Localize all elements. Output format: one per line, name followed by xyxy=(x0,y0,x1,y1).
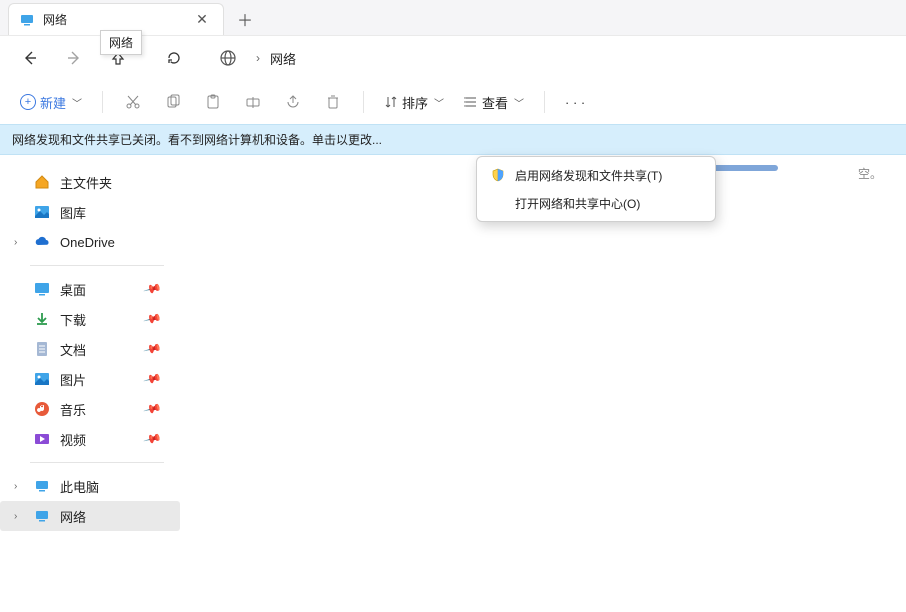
sidebar-item-onedrive[interactable]: › OneDrive xyxy=(0,227,180,257)
sidebar-label: 音乐 xyxy=(60,400,86,419)
pin-icon: 📌 xyxy=(143,279,163,299)
sidebar-label: 桌面 xyxy=(60,280,86,299)
separator xyxy=(544,91,545,113)
pc-icon xyxy=(34,478,50,494)
sidebar-item-videos[interactable]: 视频 📌 xyxy=(0,424,180,454)
chevron-right-icon: › xyxy=(14,237,17,248)
share-button[interactable] xyxy=(277,87,309,117)
breadcrumb-separator: › xyxy=(250,51,266,65)
network-icon xyxy=(19,12,35,28)
cloud-icon xyxy=(34,234,50,250)
context-menu: 启用网络发现和文件共享(T) 打开网络和共享中心(O) xyxy=(476,156,716,222)
view-label: 查看 xyxy=(482,93,508,112)
pin-icon: 📌 xyxy=(143,309,163,329)
separator xyxy=(30,462,164,463)
home-icon xyxy=(34,174,50,190)
rename-button[interactable] xyxy=(237,87,269,117)
refresh-button[interactable] xyxy=(154,42,194,74)
ellipsis-icon: · · · xyxy=(565,95,585,110)
chevron-right-icon: › xyxy=(14,511,17,522)
sidebar-label: 图库 xyxy=(60,203,86,222)
paste-button[interactable] xyxy=(197,87,229,117)
menu-item-label: 打开网络和共享中心(O) xyxy=(515,195,640,212)
sidebar-item-home[interactable]: 主文件夹 xyxy=(0,167,180,197)
forward-button[interactable] xyxy=(54,42,94,74)
separator xyxy=(363,91,364,113)
new-button[interactable]: + 新建 ﹀ xyxy=(14,87,88,117)
network-discovery-banner[interactable]: 网络发现和文件共享已关闭。看不到网络计算机和设备。单击以更改... xyxy=(0,124,906,155)
cut-button[interactable] xyxy=(117,87,149,117)
pin-icon: 📌 xyxy=(143,429,163,449)
chevron-down-icon: ﹀ xyxy=(72,95,82,110)
network-icon xyxy=(34,508,50,524)
video-icon xyxy=(34,431,50,447)
chevron-down-icon: ﹀ xyxy=(514,95,524,110)
menu-open-sharing-center[interactable]: 打开网络和共享中心(O) xyxy=(477,189,715,217)
sort-label: 排序 xyxy=(402,93,428,112)
new-tab-button[interactable]: ＋ xyxy=(228,3,262,35)
sidebar-label: 文档 xyxy=(60,340,86,359)
more-button[interactable]: · · · xyxy=(559,87,591,117)
sidebar-item-thispc[interactable]: › 此电脑 xyxy=(0,471,180,501)
download-icon xyxy=(34,311,50,327)
toolbar: + 新建 ﹀ 排序 ﹀ 查看 ﹀ · · · xyxy=(0,80,906,124)
separator xyxy=(30,265,164,266)
sidebar-item-music[interactable]: 音乐 📌 xyxy=(0,394,180,424)
sidebar-label: 网络 xyxy=(60,507,86,526)
sidebar-item-downloads[interactable]: 下载 📌 xyxy=(0,304,180,334)
sidebar-label: 视频 xyxy=(60,430,86,449)
sidebar-label: 此电脑 xyxy=(60,477,99,496)
desktop-icon xyxy=(34,281,50,297)
empty-hint: 空。 xyxy=(858,165,882,182)
chevron-right-icon: › xyxy=(14,481,17,492)
sidebar-item-gallery[interactable]: 图库 xyxy=(0,197,180,227)
sidebar-item-network[interactable]: › 网络 xyxy=(0,501,180,531)
sidebar: 主文件夹 图库 › OneDrive 桌面 📌 下载 📌 文档 📌 xyxy=(0,155,180,612)
music-icon xyxy=(34,401,50,417)
sidebar-label: OneDrive xyxy=(60,235,115,250)
sidebar-item-documents[interactable]: 文档 📌 xyxy=(0,334,180,364)
menu-enable-network-discovery[interactable]: 启用网络发现和文件共享(T) xyxy=(477,161,715,189)
menu-item-label: 启用网络发现和文件共享(T) xyxy=(515,167,662,184)
sidebar-item-pictures[interactable]: 图片 📌 xyxy=(0,364,180,394)
tab-tooltip: 网络 xyxy=(100,30,142,55)
shield-icon xyxy=(491,168,505,182)
banner-message: 网络发现和文件共享已关闭。看不到网络计算机和设备。单击以更改... xyxy=(12,133,382,147)
pictures-icon xyxy=(34,371,50,387)
delete-button[interactable] xyxy=(317,87,349,117)
pin-icon: 📌 xyxy=(143,369,163,389)
content-pane: 空。 xyxy=(180,155,906,612)
pin-icon: 📌 xyxy=(143,339,163,359)
location-icon[interactable] xyxy=(210,42,246,74)
new-label: 新建 xyxy=(40,93,66,112)
tab-close-button[interactable]: ✕ xyxy=(191,9,213,31)
separator xyxy=(102,91,103,113)
pin-icon: 📌 xyxy=(143,399,163,419)
breadcrumb-location[interactable]: 网络 xyxy=(270,49,296,68)
sidebar-item-desktop[interactable]: 桌面 📌 xyxy=(0,274,180,304)
gallery-icon xyxy=(34,204,50,220)
back-button[interactable] xyxy=(10,42,50,74)
sidebar-label: 图片 xyxy=(60,370,86,389)
tab-title: 网络 xyxy=(43,11,191,28)
sort-button[interactable]: 排序 ﹀ xyxy=(378,87,450,117)
document-icon xyxy=(34,341,50,357)
sidebar-label: 主文件夹 xyxy=(60,173,112,192)
copy-button[interactable] xyxy=(157,87,189,117)
plus-circle-icon: + xyxy=(20,94,36,110)
chevron-down-icon: ﹀ xyxy=(434,95,444,110)
sidebar-label: 下载 xyxy=(60,310,86,329)
view-button[interactable]: 查看 ﹀ xyxy=(458,87,530,117)
